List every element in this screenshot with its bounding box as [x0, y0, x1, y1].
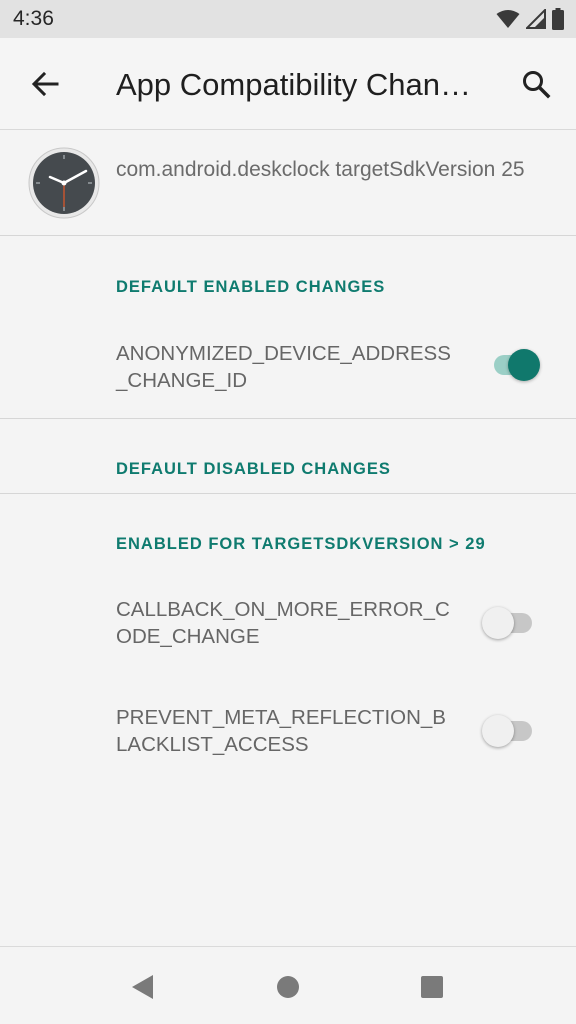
- divider: [0, 493, 576, 494]
- status-icons: [496, 8, 564, 30]
- signal-icon: [526, 9, 546, 29]
- app-header: com.android.deskclock targetSdkVersion 2…: [0, 131, 576, 236]
- search-icon: [523, 71, 551, 99]
- home-circle-icon: [277, 976, 299, 998]
- nav-recents-button[interactable]: [412, 967, 452, 1007]
- change-item-prevent-meta-reflection[interactable]: PREVENT_META_REFLECTION_BLACKLIST_ACCESS: [0, 702, 576, 782]
- nav-home-button[interactable]: [268, 967, 308, 1007]
- package-info: com.android.deskclock targetSdkVersion 2…: [116, 158, 525, 181]
- switch-thumb: [482, 715, 514, 747]
- section-header-enabled-for-target-sdk: ENABLED FOR TARGETSDKVERSION > 29: [116, 535, 486, 553]
- change-label: PREVENT_META_REFLECTION_BLACKLIST_ACCESS: [116, 706, 446, 756]
- change-label: CALLBACK_ON_MORE_ERROR_CODE_CHANGE: [116, 598, 450, 648]
- navigation-bar: [0, 946, 576, 1024]
- recents-square-icon: [421, 976, 443, 998]
- status-time: 4:36: [13, 7, 54, 30]
- arrow-back-icon: [31, 71, 59, 97]
- change-item-callback-on-more-error-code[interactable]: CALLBACK_ON_MORE_ERROR_CODE_CHANGE: [0, 594, 576, 674]
- search-button[interactable]: [514, 62, 558, 106]
- toggle-switch-on[interactable]: [486, 344, 542, 384]
- section-header-default-disabled: DEFAULT DISABLED CHANGES: [116, 460, 391, 478]
- switch-thumb: [482, 607, 514, 639]
- page-title: App Compatibility Changes: [116, 67, 478, 102]
- divider: [0, 418, 576, 419]
- back-button[interactable]: [23, 62, 67, 106]
- wifi-icon: [496, 10, 520, 28]
- switch-thumb: [508, 349, 540, 381]
- battery-icon: [552, 8, 564, 30]
- app-bar: App Compatibility Changes: [0, 38, 576, 130]
- status-bar: 4:36: [0, 0, 576, 38]
- section-header-default-enabled: DEFAULT ENABLED CHANGES: [116, 278, 386, 296]
- back-triangle-icon: [132, 975, 153, 999]
- toggle-switch-off[interactable]: [482, 710, 538, 750]
- nav-back-button[interactable]: [122, 967, 162, 1007]
- clock-app-icon: [28, 147, 100, 219]
- change-item-anonymized-device-address[interactable]: ANONYMIZED_DEVICE_ADDRESS_CHANGE_ID: [0, 338, 576, 418]
- toggle-switch-off[interactable]: [482, 602, 538, 642]
- change-label: ANONYMIZED_DEVICE_ADDRESS_CHANGE_ID: [116, 342, 451, 392]
